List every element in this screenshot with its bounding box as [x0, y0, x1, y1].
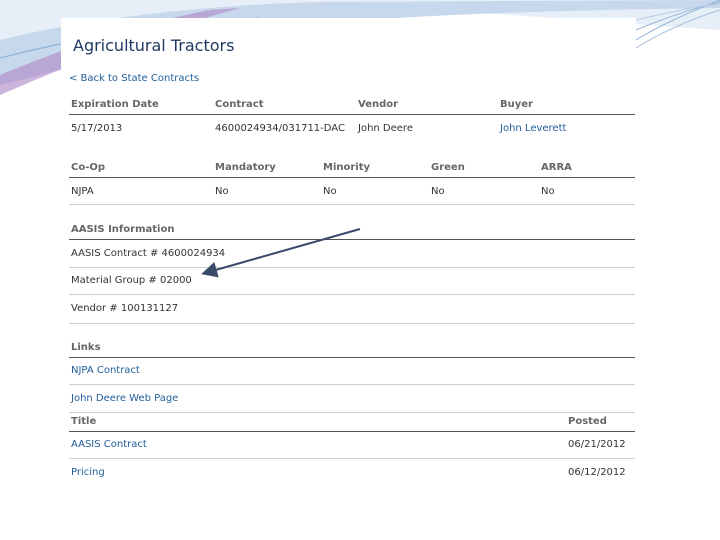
contract-detail-panel: Agricultural Tractors < Back to State Co…: [61, 18, 636, 485]
col-header-title: Title: [71, 416, 97, 427]
buyer-link[interactable]: John Leverett: [500, 123, 566, 134]
divider: [69, 204, 635, 205]
aasis-section-heading: AASIS Information: [71, 224, 175, 235]
divider: [69, 267, 635, 268]
aasis-contract-document-link[interactable]: AASIS Contract: [71, 439, 147, 450]
col-header-contract: Contract: [215, 99, 264, 110]
divider: [69, 177, 635, 178]
divider: [69, 323, 635, 324]
expiration-date-value: 5/17/2013: [71, 123, 123, 134]
col-header-mandatory: Mandatory: [215, 162, 276, 173]
pricing-document-link[interactable]: Pricing: [71, 467, 105, 478]
col-header-posted: Posted: [568, 416, 607, 427]
arra-value: No: [541, 186, 555, 197]
john-deere-web-page-link[interactable]: John Deere Web Page: [71, 393, 178, 404]
col-header-vendor: Vendor: [358, 99, 399, 110]
pricing-posted-date: 06/12/2012: [568, 467, 626, 478]
divider: [69, 431, 635, 432]
co-op-value: NJPA: [71, 186, 94, 197]
page-title: Agricultural Tractors: [73, 36, 235, 55]
col-header-minority: Minority: [323, 162, 371, 173]
divider: [69, 114, 635, 115]
divider: [69, 294, 635, 295]
aasis-contract-posted-date: 06/21/2012: [568, 439, 626, 450]
divider: [69, 357, 635, 358]
mandatory-value: No: [215, 186, 229, 197]
contract-number-value: 4600024934/031711-DAC: [215, 123, 345, 134]
col-header-green: Green: [431, 162, 465, 173]
green-value: No: [431, 186, 445, 197]
col-header-expiration-date: Expiration Date: [71, 99, 159, 110]
aasis-contract-number: AASIS Contract # 4600024934: [71, 248, 226, 259]
col-header-buyer: Buyer: [500, 99, 533, 110]
njpa-contract-link[interactable]: NJPA Contract: [71, 365, 140, 376]
links-section-heading: Links: [71, 342, 101, 353]
divider: [69, 458, 635, 459]
back-to-state-contracts-link[interactable]: < Back to State Contracts: [69, 73, 199, 84]
vendor-value: John Deere: [358, 123, 413, 134]
divider: [69, 239, 635, 240]
minority-value: No: [323, 186, 337, 197]
divider: [69, 384, 635, 385]
divider: [69, 412, 635, 413]
col-header-arra: ARRA: [541, 162, 572, 173]
vendor-number: Vendor # 100131127: [71, 303, 179, 314]
col-header-co-op: Co-Op: [71, 162, 106, 173]
material-group-number: Material Group # 02000: [71, 275, 192, 286]
